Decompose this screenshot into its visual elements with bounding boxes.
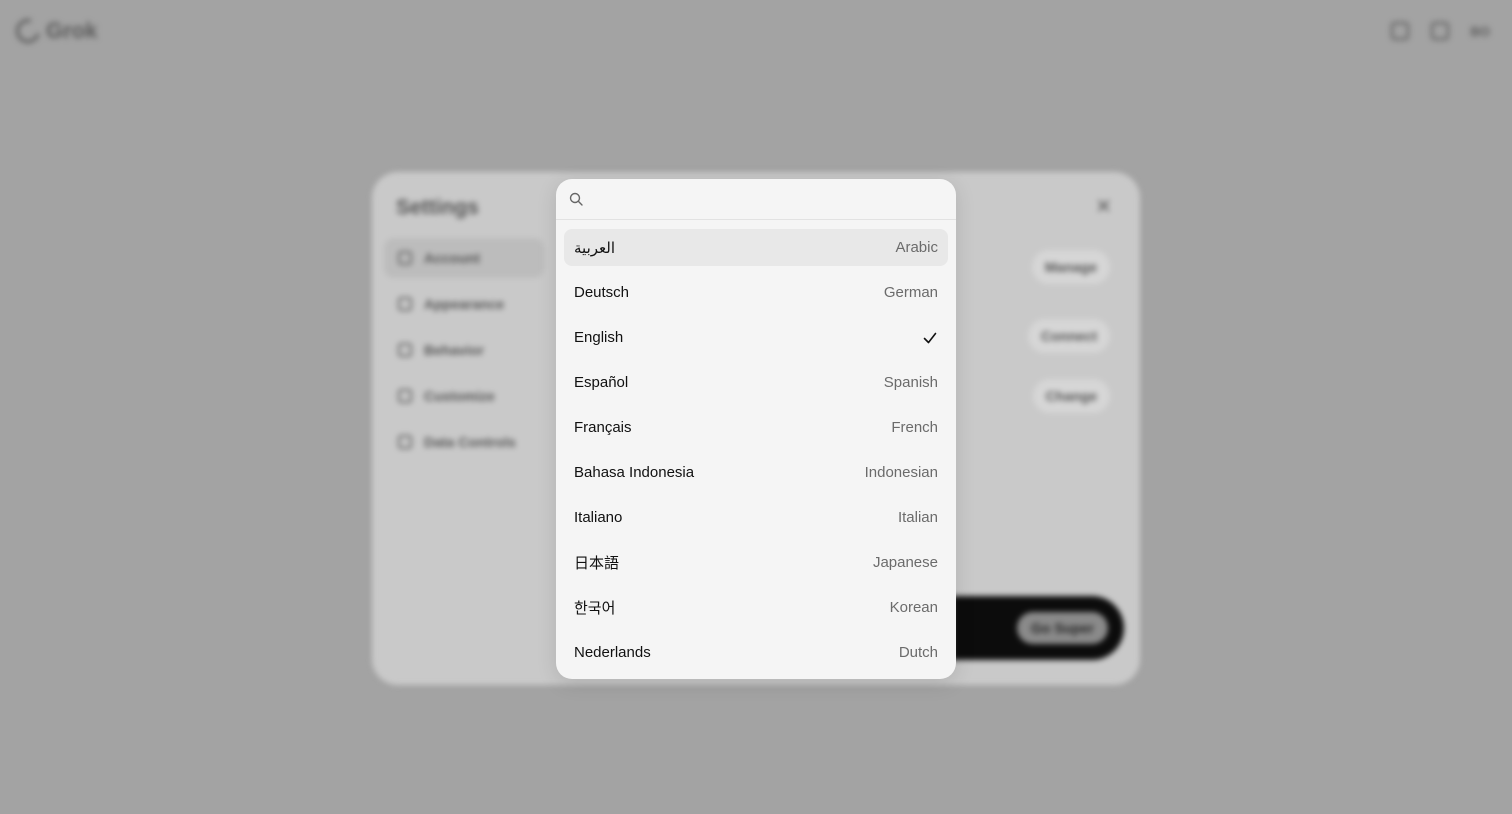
sidebar-item-data-controls[interactable]: Data Controls — [384, 422, 544, 462]
sidebar-item-label: Appearance — [424, 296, 505, 312]
language-native-name: العربية — [574, 239, 615, 257]
language-native-name: 日本語 — [574, 555, 620, 572]
app-name: Grok — [46, 18, 98, 43]
search-icon — [569, 192, 583, 206]
checkmark-icon — [923, 332, 937, 343]
language-option-spanish[interactable]: Español Spanish — [564, 364, 948, 401]
language-english-name: Spanish — [883, 374, 938, 391]
behavior-icon — [398, 343, 412, 357]
sidebar-item-label: Behavior — [424, 342, 484, 358]
language-native-name: Bahasa Indonesia — [574, 464, 695, 481]
grok-logo-icon — [11, 14, 45, 48]
sidebar-item-label: Account — [424, 250, 480, 266]
top-bar-actions: BO — [1390, 22, 1491, 40]
language-english-name: Italian — [897, 509, 938, 526]
language-english-name: French — [891, 419, 938, 436]
connect-button[interactable]: Connect — [1028, 319, 1110, 353]
avatar[interactable]: BO — [1471, 24, 1491, 39]
database-icon — [398, 435, 412, 449]
language-option-korean[interactable]: 한국어 Korean — [564, 589, 948, 626]
settings-title: Settings — [396, 196, 479, 219]
sidebar-item-label: Customize — [424, 388, 495, 404]
language-native-name: English — [574, 329, 624, 346]
language-option-arabic[interactable]: العربية Arabic — [564, 229, 948, 266]
sidebar-item-behavior[interactable]: Behavior — [384, 330, 544, 370]
upgrade-banner: Go Super — [952, 596, 1124, 660]
sidebar-item-customize[interactable]: Customize — [384, 376, 544, 416]
language-native-name: Deutsch — [574, 284, 630, 301]
language-option-german[interactable]: Deutsch German — [564, 274, 948, 311]
sidebar-item-account[interactable]: Account — [384, 238, 544, 278]
lock-icon[interactable] — [1390, 22, 1409, 40]
language-native-name: Español — [574, 374, 629, 391]
settings-sidebar: Account Appearance Behavior Customize Da… — [384, 238, 544, 468]
close-icon[interactable]: ✕ — [1095, 194, 1112, 219]
language-option-indonesian[interactable]: Bahasa Indonesia Indonesian — [564, 454, 948, 491]
language-english-name: German — [883, 284, 938, 301]
language-english-name: Korean — [889, 599, 938, 616]
language-list: العربية Arabic Deutsch German English Es… — [556, 220, 956, 671]
language-native-name: Français — [574, 419, 632, 436]
language-option-japanese[interactable]: 日本語 Japanese — [564, 544, 948, 581]
history-icon[interactable] — [1430, 22, 1449, 40]
palette-icon — [398, 297, 412, 311]
app-logo[interactable]: Grok — [11, 14, 98, 48]
language-option-english[interactable]: English — [564, 319, 948, 356]
user-icon — [398, 251, 412, 265]
language-english-name: Indonesian — [864, 464, 938, 481]
language-native-name: Nederlands — [574, 644, 651, 661]
go-super-button[interactable]: Go Super — [1016, 612, 1108, 644]
language-english-name: Japanese — [872, 554, 938, 571]
sidebar-item-label: Data Controls — [424, 434, 516, 450]
language-option-italian[interactable]: Italiano Italian — [564, 499, 948, 536]
language-native-name: Italiano — [574, 509, 623, 526]
manage-button[interactable]: Manage — [1031, 250, 1110, 284]
sidebar-item-appearance[interactable]: Appearance — [384, 284, 544, 324]
language-option-dutch[interactable]: Nederlands Dutch — [564, 634, 948, 671]
language-search-input[interactable] — [591, 183, 956, 215]
language-native-name: 한국어 — [574, 600, 616, 617]
language-english-name: Dutch — [898, 644, 938, 661]
change-button[interactable]: Change — [1032, 379, 1110, 413]
sliders-icon — [398, 389, 412, 403]
language-search-row — [556, 179, 956, 220]
language-english-name: Arabic — [895, 239, 938, 256]
language-option-french[interactable]: Français French — [564, 409, 948, 446]
language-dropdown: العربية Arabic Deutsch German English Es… — [556, 179, 956, 679]
